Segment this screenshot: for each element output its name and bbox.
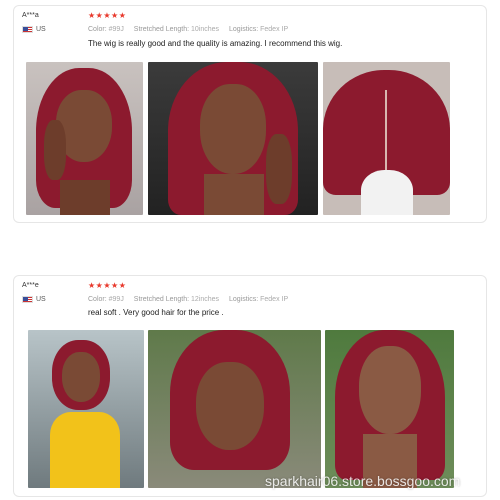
logistics-value: Fedex IP bbox=[260, 26, 289, 33]
rating-stars: ★★★★★ bbox=[88, 11, 127, 20]
logistics-label: Logistics: bbox=[228, 296, 259, 303]
review-card: A***e US ★★★★★ Color: #99J Stretched Len… bbox=[13, 275, 487, 497]
review-text: The wig is really good and the quality i… bbox=[88, 39, 343, 48]
review-photo[interactable] bbox=[148, 62, 318, 215]
review-meta: Color: #99J Stretched Length: 10inches L… bbox=[88, 26, 296, 33]
color-value: #99J bbox=[108, 26, 124, 33]
length-value: 12inches bbox=[191, 296, 220, 303]
review-text: real soft . Very good hair for the price… bbox=[88, 308, 224, 317]
review-photo[interactable] bbox=[323, 62, 450, 215]
length-value: 10inches bbox=[191, 26, 220, 33]
reviewer-name: A***e bbox=[22, 282, 39, 289]
logistics-value: Fedex IP bbox=[260, 296, 289, 303]
color-value: #99J bbox=[108, 296, 124, 303]
review-photo[interactable] bbox=[148, 330, 321, 488]
review-card: A***a US ★★★★★ Color: #99J Stretched Len… bbox=[13, 5, 487, 223]
watermark: sparkhair06.store.bossgoo.com bbox=[265, 473, 461, 489]
review-meta: Color: #99J Stretched Length: 12inches L… bbox=[88, 296, 296, 303]
review-photo[interactable] bbox=[325, 330, 454, 488]
color-label: Color: bbox=[88, 296, 107, 303]
color-label: Color: bbox=[88, 26, 107, 33]
rating-stars: ★★★★★ bbox=[88, 281, 127, 290]
length-label: Stretched Length: bbox=[133, 26, 190, 33]
us-flag-icon bbox=[22, 26, 33, 33]
review-photo[interactable] bbox=[26, 62, 143, 215]
reviewer-name: A***a bbox=[22, 12, 39, 19]
logistics-label: Logistics: bbox=[228, 26, 259, 33]
length-label: Stretched Length: bbox=[133, 296, 190, 303]
reviewer-country: US bbox=[36, 296, 46, 303]
reviewer-country: US bbox=[36, 26, 46, 33]
review-photo[interactable] bbox=[28, 330, 144, 488]
us-flag-icon bbox=[22, 296, 33, 303]
